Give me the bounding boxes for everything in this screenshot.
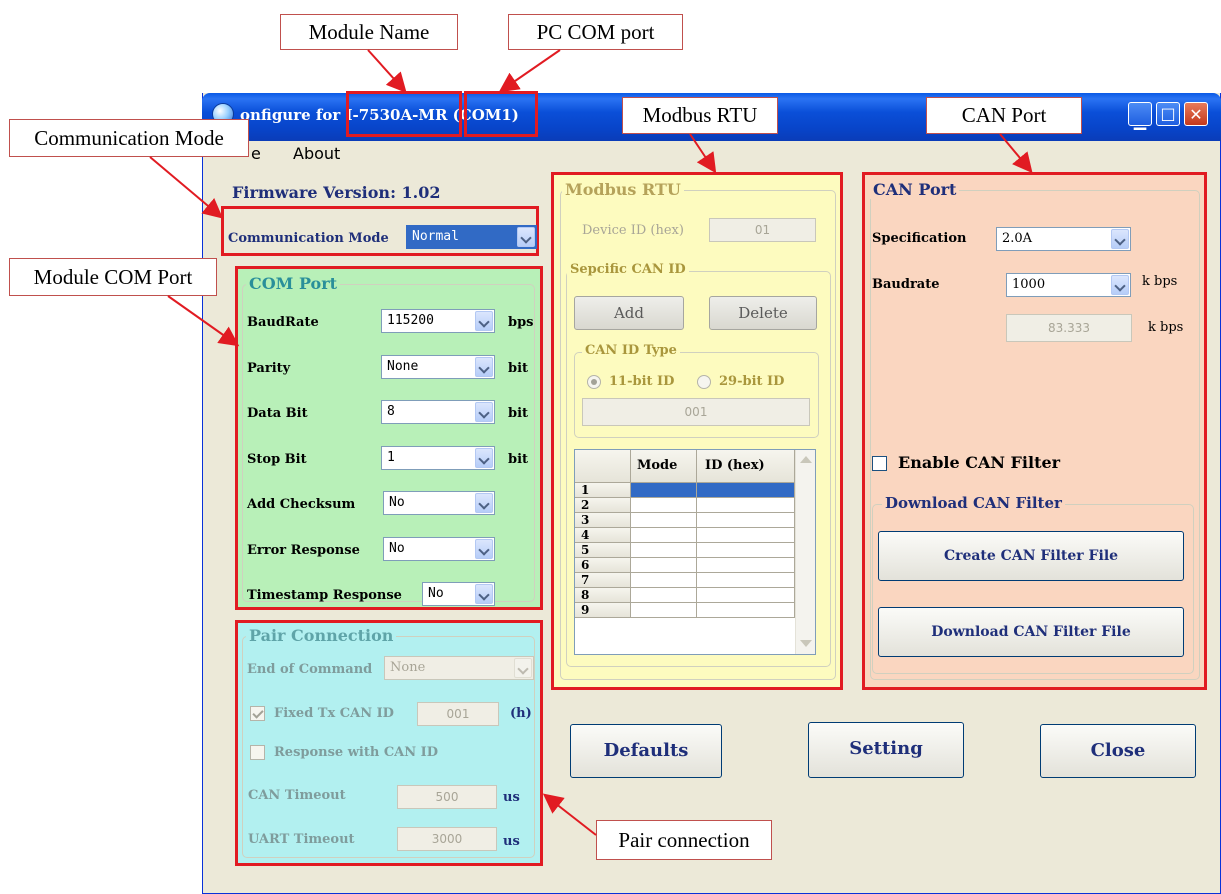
arrow-module-com-port — [167, 295, 240, 347]
arrow-pc-com-port — [498, 49, 561, 93]
arrow-can-port — [999, 133, 1033, 174]
arrow-pair-connection — [542, 793, 597, 836]
arrow-communication-mode — [149, 156, 224, 219]
arrow-modbus-rtu — [689, 133, 717, 174]
annotation-arrows — [149, 49, 1033, 836]
arrow-module-name — [367, 49, 407, 93]
